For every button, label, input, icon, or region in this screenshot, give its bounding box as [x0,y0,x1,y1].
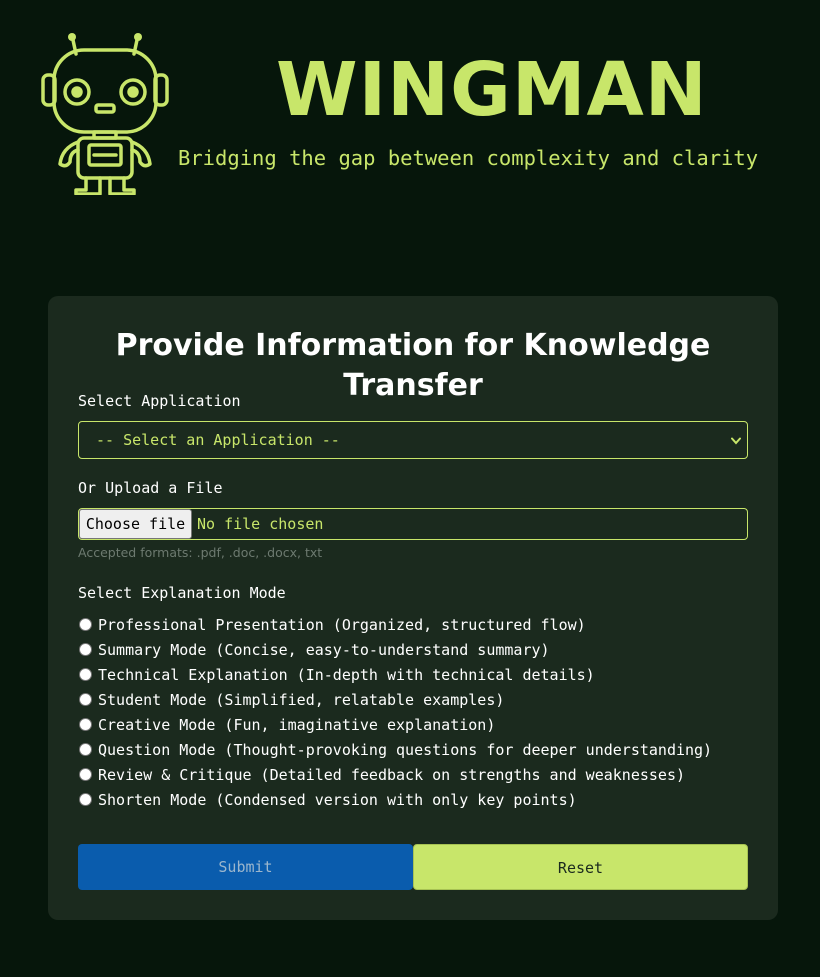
file-upload-input[interactable]: Choose file No file chosen [78,508,748,540]
app-title: WINGMAN [276,47,708,133]
accepted-formats-hint: Accepted formats: .pdf, .doc, .docx, txt [78,545,323,560]
mode-option[interactable]: Summary Mode (Concise, easy-to-understan… [78,639,758,664]
mode-option-label[interactable]: Review & Critique (Detailed feedback on … [98,764,685,786]
choose-file-button[interactable]: Choose file [79,509,192,539]
radio-button[interactable] [79,793,92,806]
mode-option-label[interactable]: Creative Mode (Fun, imaginative explanat… [98,714,495,736]
file-status: No file chosen [197,515,324,533]
mode-option[interactable]: Creative Mode (Fun, imaginative explanat… [78,714,758,739]
radio-button[interactable] [79,718,92,731]
radio-button[interactable] [79,643,92,656]
radio-button[interactable] [79,618,92,631]
mode-option-label[interactable]: Professional Presentation (Organized, st… [98,614,586,636]
radio-button[interactable] [79,743,92,756]
radio-button[interactable] [79,768,92,781]
application-select[interactable]: -- Select an Application -- [78,421,748,459]
application-select-value: -- Select an Application -- [96,431,340,449]
mode-label: Select Explanation Mode [78,584,286,602]
robot-icon [41,33,169,195]
mode-option-label[interactable]: Summary Mode (Concise, easy-to-understan… [98,639,550,661]
application-label: Select Application [78,392,241,410]
mode-option-label[interactable]: Shorten Mode (Condensed version with onl… [98,789,577,811]
chevron-down-icon [731,437,741,445]
mode-option[interactable]: Question Mode (Thought-provoking questio… [78,739,758,764]
reset-button[interactable]: Reset [413,844,748,890]
mode-option-label[interactable]: Question Mode (Thought-provoking questio… [98,739,712,761]
mode-option[interactable]: Student Mode (Simplified, relatable exam… [78,689,758,714]
app-tagline: Bridging the gap between complexity and … [178,146,759,170]
radio-button[interactable] [79,693,92,706]
mode-option[interactable]: Shorten Mode (Condensed version with onl… [78,789,758,814]
mode-radio-group: Professional Presentation (Organized, st… [78,614,758,814]
submit-button[interactable]: Submit [78,844,413,890]
radio-button[interactable] [79,668,92,681]
mode-option-label[interactable]: Student Mode (Simplified, relatable exam… [98,689,504,711]
knowledge-transfer-form: Provide Information for Knowledge Transf… [48,296,778,920]
upload-label: Or Upload a File [78,479,223,497]
mode-option-label[interactable]: Technical Explanation (In-depth with tec… [98,664,595,686]
mode-option[interactable]: Technical Explanation (In-depth with tec… [78,664,758,689]
mode-option[interactable]: Review & Critique (Detailed feedback on … [78,764,758,789]
mode-option[interactable]: Professional Presentation (Organized, st… [78,614,758,639]
